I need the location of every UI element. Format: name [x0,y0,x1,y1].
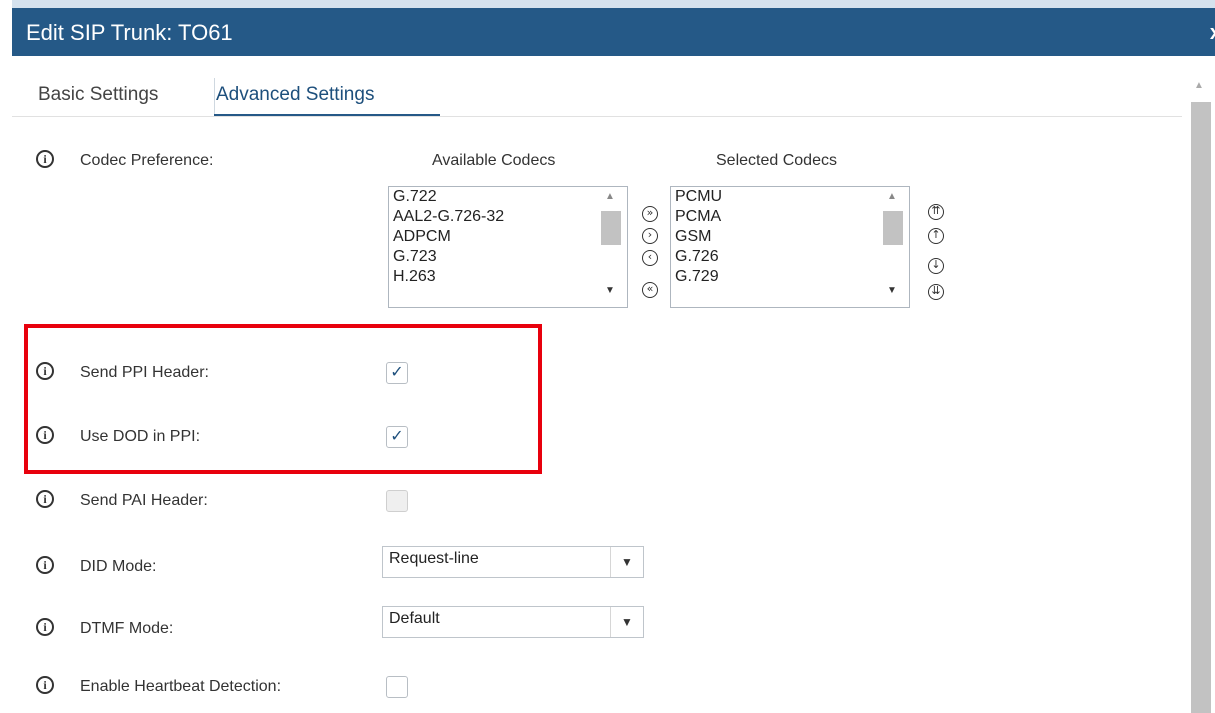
list-scrollbar[interactable]: ▲ ▼ [599,189,621,305]
did-mode-value: Request-line [389,550,479,567]
list-item[interactable]: GSM [671,227,909,247]
info-icon[interactable]: i [36,618,54,636]
list-scrollbar[interactable]: ▲ ▼ [881,189,903,305]
list-item[interactable]: AAL2-G.726-32 [389,207,627,227]
active-tab-indicator [214,114,440,116]
scroll-thumb[interactable] [883,211,903,245]
tab-bar: Basic Settings Advanced Settings [12,56,1182,117]
send-ppi-header-label: Send PPI Header: [80,364,209,381]
tab-divider [214,78,215,114]
use-dod-in-ppi-checkbox[interactable]: ✓ [386,426,408,448]
chevron-down-icon[interactable]: ▼ [610,547,643,577]
scroll-thumb[interactable] [1191,102,1211,713]
list-item[interactable]: ADPCM [389,227,627,247]
scroll-down-icon[interactable]: ▼ [887,285,897,296]
move-right-icon[interactable]: › [642,228,658,244]
list-item[interactable]: G.722 [389,187,627,207]
enable-heartbeat-detection-label: Enable Heartbeat Detection: [80,678,282,695]
move-up-icon[interactable]: ↑ [928,228,944,244]
scroll-down-icon[interactable]: ▼ [605,285,615,296]
tab-basic-settings[interactable]: Basic Settings [38,84,158,106]
scroll-up-icon[interactable]: ▲ [887,191,897,202]
selected-codecs-header: Selected Codecs [716,152,837,169]
did-mode-label: DID Mode: [80,558,157,575]
scroll-up-icon[interactable]: ▲ [1194,80,1204,91]
dtmf-mode-select[interactable]: Default ▼ [382,606,644,638]
list-item[interactable]: G.723 [389,247,627,267]
send-pai-header-checkbox [386,490,408,512]
available-codecs-header: Available Codecs [432,152,556,169]
available-codecs-list[interactable]: G.722 AAL2-G.726-32 ADPCM G.723 H.263 ▲ … [388,186,628,308]
info-icon[interactable]: i [36,426,54,444]
move-all-left-icon[interactable]: « [642,282,658,298]
close-icon[interactable]: x [1210,22,1215,45]
move-bottom-icon[interactable]: ⇊ [928,284,944,300]
dialog-title: Edit SIP Trunk: TO61 [26,20,233,45]
move-all-right-icon[interactable]: » [642,206,658,222]
list-item[interactable]: G.729 [671,267,909,287]
highlight-box [24,324,542,474]
scroll-up-icon[interactable]: ▲ [605,191,615,202]
info-icon[interactable]: i [36,150,54,168]
tab-advanced-settings[interactable]: Advanced Settings [216,84,374,106]
did-mode-select[interactable]: Request-line ▼ [382,546,644,578]
scroll-thumb[interactable] [601,211,621,245]
info-icon[interactable]: i [36,490,54,508]
info-icon[interactable]: i [36,362,54,380]
list-item[interactable]: PCMU [671,187,909,207]
codec-preference-label: Codec Preference: [80,152,214,169]
use-dod-in-ppi-label: Use DOD in PPI: [80,428,201,445]
dtmf-mode-label: DTMF Mode: [80,620,174,637]
dtmf-mode-value: Default [389,610,440,627]
move-top-icon[interactable]: ⇈ [928,204,944,220]
list-item[interactable]: H.263 [389,267,627,287]
left-edge [0,0,12,713]
selected-codecs-list[interactable]: PCMU PCMA GSM G.726 G.729 ▲ ▼ [670,186,910,308]
list-item[interactable]: PCMA [671,207,909,227]
info-icon[interactable]: i [36,676,54,694]
list-item[interactable]: G.726 [671,247,909,267]
enable-heartbeat-detection-checkbox[interactable] [386,676,408,698]
move-left-icon[interactable]: ‹ [642,250,658,266]
info-icon[interactable]: i [36,556,54,574]
chevron-down-icon[interactable]: ▼ [610,607,643,637]
send-ppi-header-checkbox[interactable]: ✓ [386,362,408,384]
dialog-title-bar: Edit SIP Trunk: TO61 x [12,0,1215,56]
move-down-icon[interactable]: ↓ [928,258,944,274]
dialog-scrollbar[interactable]: ▲ [1182,72,1215,713]
send-pai-header-label: Send PAI Header: [80,492,208,509]
